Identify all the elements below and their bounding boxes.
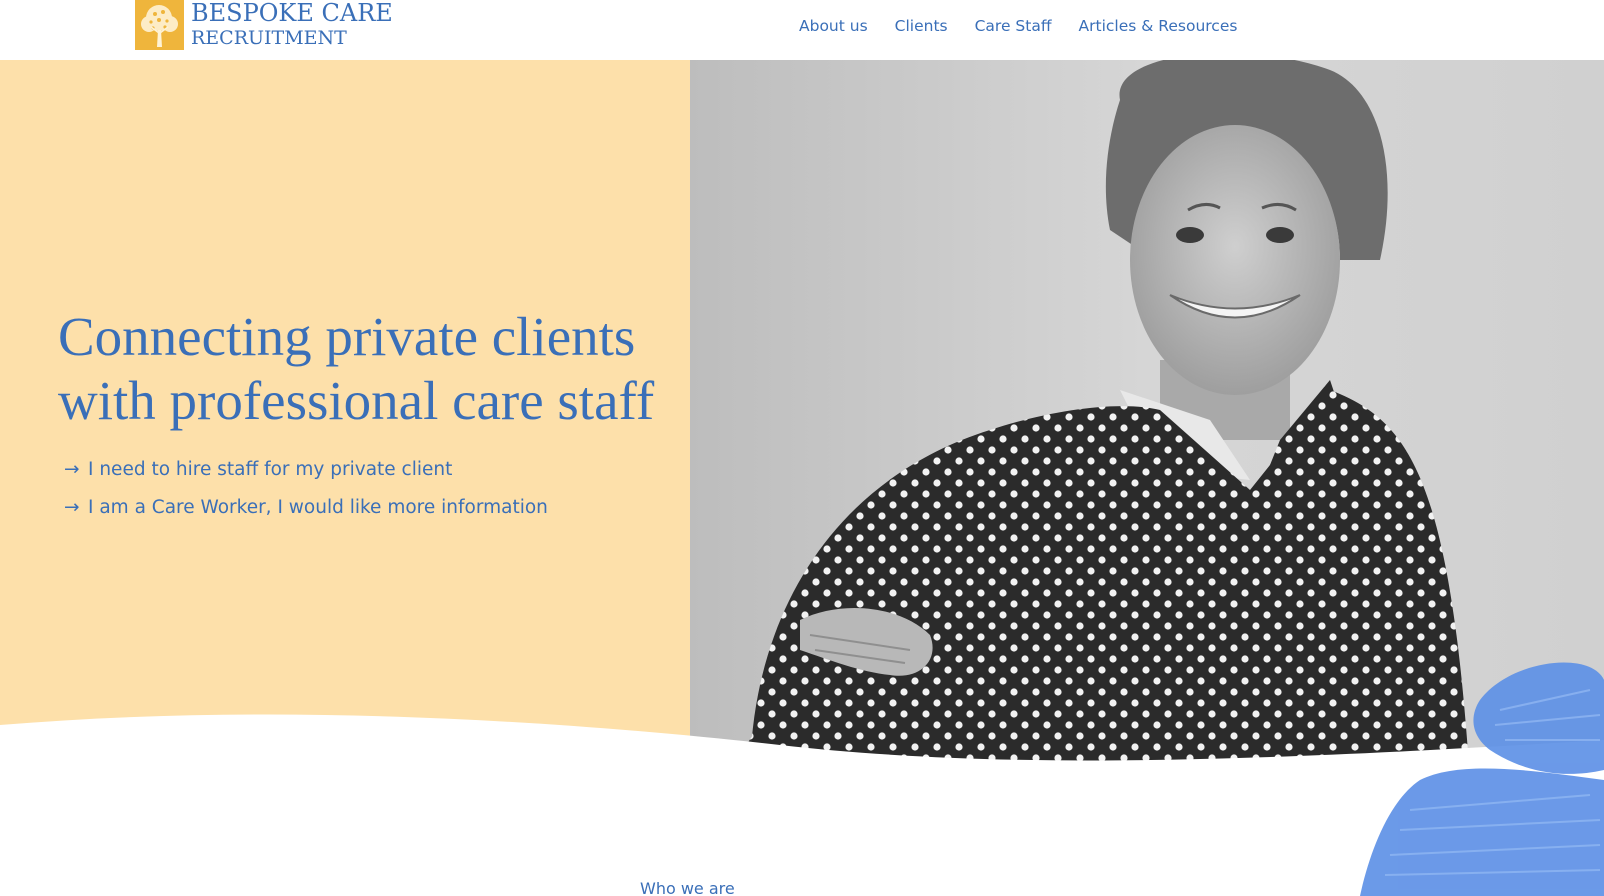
nav-item-care-staff[interactable]: Care Staff <box>975 17 1052 35</box>
nav-item-about-us[interactable]: About us <box>799 17 868 35</box>
brush-decoration <box>1360 660 1604 896</box>
hero-headline: Connecting private clients with professi… <box>58 306 655 431</box>
logo-line-1: BESPOKE CARE <box>191 0 393 27</box>
site-header: BESPOKE CARE RECRUITMENT About us Client… <box>0 0 1604 60</box>
who-we-are-eyebrow: Who we are <box>640 879 735 896</box>
site-logo[interactable]: BESPOKE CARE RECRUITMENT <box>135 0 395 52</box>
care-worker-info-link[interactable]: → I am a Care Worker, I would like more i… <box>64 497 548 519</box>
arrow-right-icon: → <box>64 459 80 480</box>
hire-staff-link-label: I need to hire staff for my private clie… <box>88 459 453 480</box>
care-worker-info-link-label: I am a Care Worker, I would like more in… <box>88 497 548 518</box>
hire-staff-link[interactable]: → I need to hire staff for my private cli… <box>64 459 548 481</box>
hero-links: → I need to hire staff for my private cli… <box>64 459 548 519</box>
main-nav: About us Clients Care Staff Articles & R… <box>799 17 1237 35</box>
nav-item-articles-resources[interactable]: Articles & Resources <box>1079 17 1238 35</box>
tree-icon <box>135 0 184 50</box>
nav-item-clients[interactable]: Clients <box>895 17 948 35</box>
logo-line-2: RECRUITMENT <box>191 27 347 49</box>
arrow-right-icon: → <box>64 497 80 518</box>
